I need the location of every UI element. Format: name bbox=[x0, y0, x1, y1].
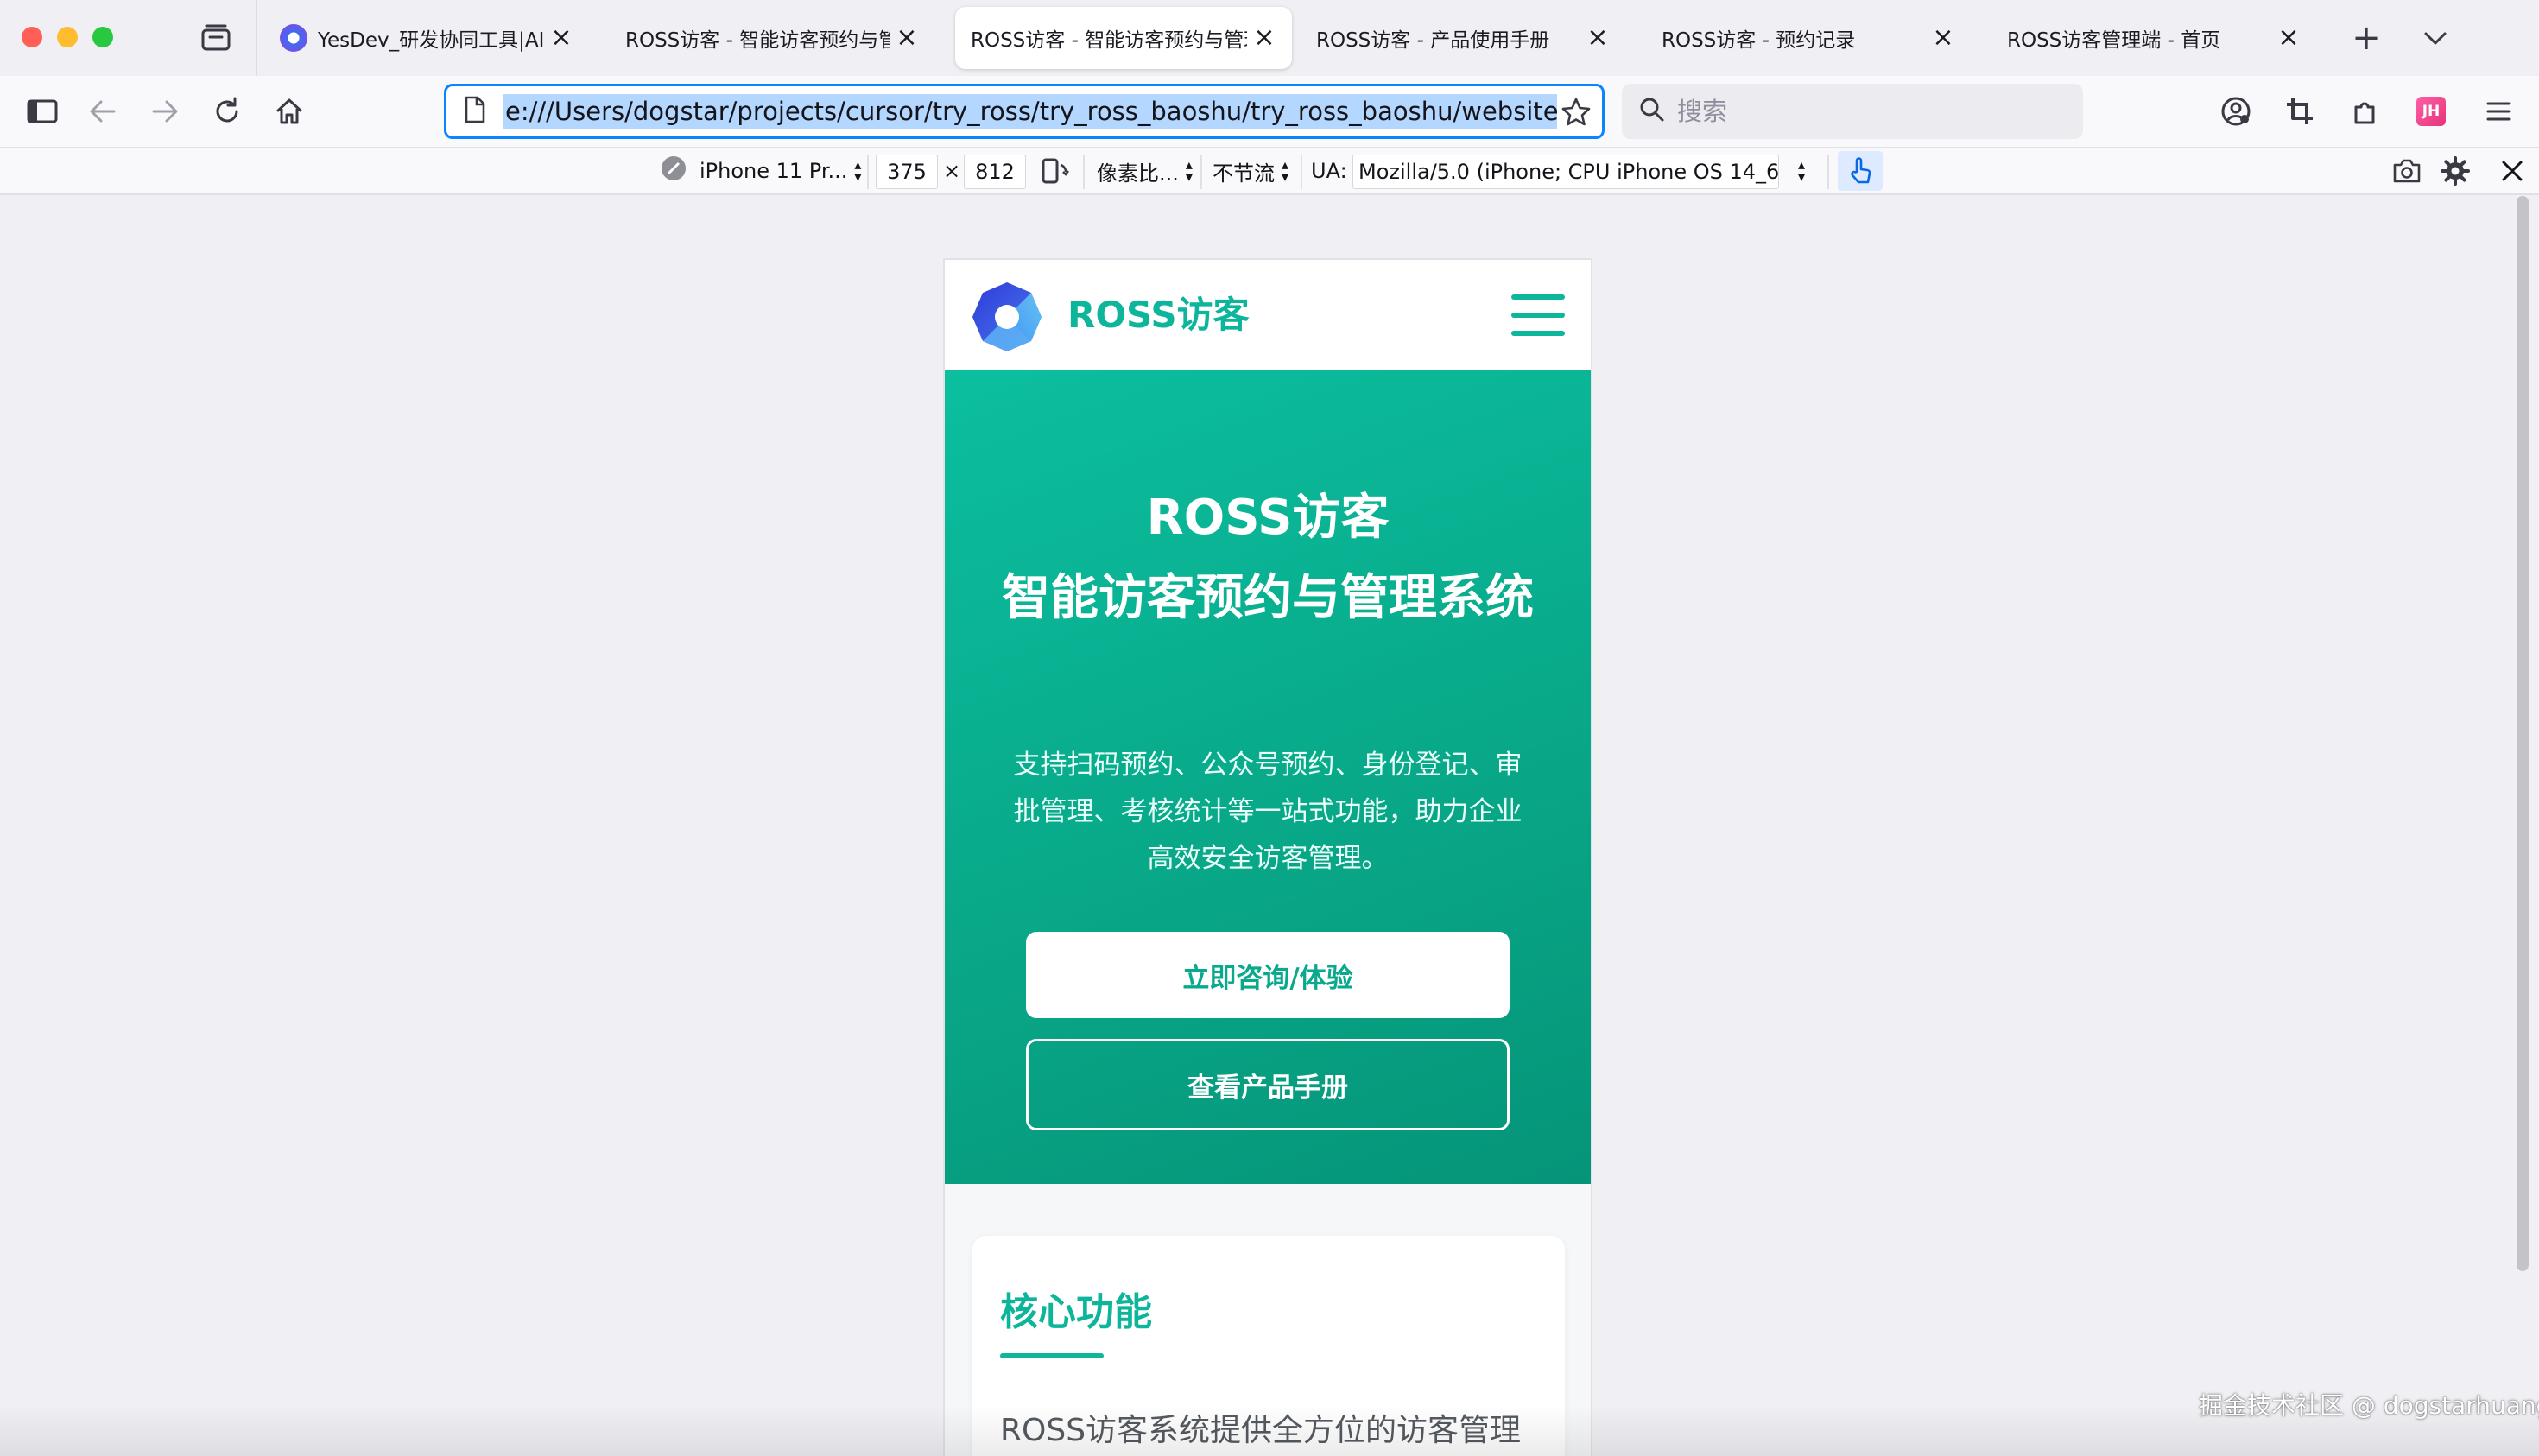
core-features-card: 核心功能 ROSS访客系统提供全方位的访客管理 bbox=[972, 1236, 1565, 1456]
tab-ross-manual[interactable]: ROSS访客 - 产品使用手册 × bbox=[1301, 7, 1625, 69]
screenshot-camera-icon[interactable] bbox=[2392, 148, 2422, 194]
tab-title: ROSS访客 - 预约记录 bbox=[1662, 29, 1856, 52]
toolbar-divider bbox=[1827, 155, 1829, 189]
close-rdm-icon[interactable] bbox=[2501, 148, 2523, 194]
viewport-width-input[interactable]: 375 bbox=[876, 155, 938, 189]
close-tab-icon[interactable]: × bbox=[549, 25, 573, 51]
close-tab-icon[interactable]: × bbox=[1931, 25, 1955, 51]
tab-ross-home-1[interactable]: ROSS访客 - 智能访客预约与管理 × bbox=[610, 7, 934, 69]
close-tab-icon[interactable]: × bbox=[1252, 25, 1276, 51]
navigation-toolbar: e:///Users/dogstar/projects/cursor/try_r… bbox=[0, 76, 2539, 147]
close-tab-icon[interactable]: × bbox=[1586, 25, 1610, 51]
consult-trial-button[interactable]: 立即咨询/体验 bbox=[1026, 932, 1510, 1018]
tab-separator bbox=[256, 0, 257, 76]
hamburger-menu-icon[interactable] bbox=[2479, 92, 2518, 131]
close-tab-icon[interactable]: × bbox=[895, 25, 919, 51]
url-bar[interactable]: e:///Users/dogstar/projects/cursor/try_r… bbox=[444, 84, 1605, 139]
tab-title: ROSS访客 - 智能访客预约与管理 bbox=[971, 29, 1247, 52]
home-icon[interactable] bbox=[269, 92, 309, 131]
hero-title: ROSS访客 智能访客预约与管理系统 bbox=[979, 478, 1556, 638]
toolbar-divider bbox=[1083, 155, 1085, 189]
yesdev-favicon-icon bbox=[280, 24, 307, 52]
page-scrollbar[interactable] bbox=[2517, 196, 2529, 1271]
screenshot-crop-icon[interactable] bbox=[2280, 92, 2320, 131]
user-agent-label: UA: bbox=[1311, 159, 1347, 183]
user-agent-selector-arrows[interactable]: ▴ ▾ bbox=[1791, 148, 1805, 194]
pixel-ratio-selector[interactable]: 像素比... ▴ ▾ bbox=[1097, 148, 1193, 194]
title-underline bbox=[1000, 1353, 1104, 1358]
select-arrows-icon: ▴ ▾ bbox=[1185, 155, 1193, 185]
tab-ross-records[interactable]: ROSS访客 - 预约记录 × bbox=[1646, 7, 1971, 69]
tab-ross-home-active[interactable]: ROSS访客 - 智能访客预约与管理 × bbox=[955, 7, 1292, 69]
pixel-ratio-label: 像素比... bbox=[1097, 161, 1179, 186]
simulated-mobile-page: ROSS访客 ROSS访客 智能访客预约与管理系统 支持扫码预约、公众号预约、身… bbox=[943, 258, 1592, 1456]
dimension-times-label: × bbox=[943, 159, 961, 183]
core-features-title: 核心功能 bbox=[1000, 1290, 1152, 1334]
ross-logo-icon[interactable] bbox=[971, 281, 1043, 353]
tab-title: ROSS访客 - 产品使用手册 bbox=[1316, 29, 1550, 52]
sidebar-toggle-icon[interactable] bbox=[22, 92, 62, 131]
hero-section: ROSS访客 智能访客预约与管理系统 支持扫码预约、公众号预约、身份登记、审批管… bbox=[945, 370, 1591, 1184]
select-arrows-icon: ▴ ▾ bbox=[854, 155, 862, 185]
core-features-description: ROSS访客系统提供全方位的访客管理 bbox=[1000, 1413, 1522, 1448]
responsive-design-toolbar: iPhone 11 Pr... ▴ ▾ 375 × 812 像素比... ▴ ▾ 不… bbox=[0, 147, 2539, 195]
tab-title: ROSS访客 - 智能访客预约与管理 bbox=[625, 29, 890, 52]
search-input[interactable] bbox=[1677, 97, 2057, 126]
viewport-height-input[interactable]: 812 bbox=[964, 155, 1026, 189]
account-icon[interactable] bbox=[2216, 92, 2256, 131]
tab-bar: YesDev_研发协同工具|AI敏捷 × ROSS访客 - 智能访客预约与管理 … bbox=[0, 0, 2539, 76]
chevron-down-icon[interactable] bbox=[2418, 21, 2453, 55]
compass-icon bbox=[660, 155, 687, 187]
site-brand-name[interactable]: ROSS访客 bbox=[1067, 289, 1250, 341]
minimize-window-button[interactable] bbox=[57, 27, 78, 47]
settings-gear-icon[interactable] bbox=[2441, 148, 2470, 194]
watermark: 掘金技术社区 @ dogstarhuang bbox=[2199, 1391, 2539, 1420]
view-manual-button[interactable]: 查看产品手册 bbox=[1026, 1039, 1510, 1130]
forward-arrow-icon[interactable] bbox=[145, 92, 185, 131]
rotate-device-icon[interactable] bbox=[1040, 148, 1069, 194]
touch-simulation-icon[interactable] bbox=[1838, 151, 1883, 191]
close-tab-icon[interactable]: × bbox=[2276, 25, 2301, 51]
hero-title-product: 智能访客预约与管理系统 bbox=[1002, 570, 1534, 626]
search-bar[interactable] bbox=[1622, 84, 2083, 139]
tab-ross-admin[interactable]: ROSS访客管理端 - 首页 × bbox=[1991, 7, 2316, 69]
tab-yesdev[interactable]: YesDev_研发协同工具|AI敏捷 × bbox=[264, 7, 589, 69]
site-header: ROSS访客 bbox=[945, 260, 1591, 370]
page-document-icon bbox=[464, 96, 486, 127]
hero-title-brand: ROSS访客 bbox=[1146, 490, 1390, 546]
toolbar-divider bbox=[867, 155, 869, 189]
extensions-puzzle-icon[interactable] bbox=[2346, 92, 2385, 131]
toolbar-divider bbox=[1200, 155, 1202, 189]
zoom-window-button[interactable] bbox=[92, 27, 113, 47]
new-tab-button[interactable]: + bbox=[2349, 21, 2384, 55]
select-arrows-icon: ▴ ▾ bbox=[1798, 155, 1806, 185]
url-text[interactable]: e:///Users/dogstar/projects/cursor/try_r… bbox=[503, 94, 1557, 129]
device-name: iPhone 11 Pr... bbox=[700, 159, 848, 183]
throttle-label: 不节流 bbox=[1213, 161, 1275, 186]
tab-title: YesDev_研发协同工具|AI敏捷 bbox=[318, 29, 544, 52]
user-agent-input[interactable]: Mozilla/5.0 (iPhone; CPU iPhone OS 14_6 … bbox=[1352, 155, 1779, 189]
close-window-button[interactable] bbox=[22, 27, 42, 47]
toolbar-divider bbox=[1301, 155, 1302, 189]
tab-title: ROSS访客管理端 - 首页 bbox=[2007, 29, 2221, 52]
network-throttle-selector[interactable]: 不节流 ▴ ▾ bbox=[1213, 148, 1288, 194]
reload-icon[interactable] bbox=[207, 92, 247, 131]
tab-list-icon[interactable] bbox=[200, 22, 231, 52]
back-arrow-icon[interactable] bbox=[83, 92, 123, 131]
device-selector[interactable]: iPhone 11 Pr... ▴ ▾ bbox=[660, 148, 861, 194]
hero-description: 支持扫码预约、公众号预约、身份登记、审批管理、考核统计等一站式功能，助力企业高效… bbox=[1013, 750, 1523, 874]
mobile-menu-icon[interactable] bbox=[1511, 294, 1565, 336]
extension-badge: JH bbox=[2416, 97, 2446, 126]
select-arrows-icon: ▴ ▾ bbox=[1282, 155, 1289, 185]
bookmark-star-icon[interactable] bbox=[1561, 97, 1592, 131]
page-viewport: ROSS访客 ROSS访客 智能访客预约与管理系统 支持扫码预约、公众号预约、身… bbox=[0, 196, 2539, 1456]
extension-jh-icon[interactable]: JH bbox=[2411, 92, 2451, 131]
search-icon bbox=[1639, 97, 1665, 126]
